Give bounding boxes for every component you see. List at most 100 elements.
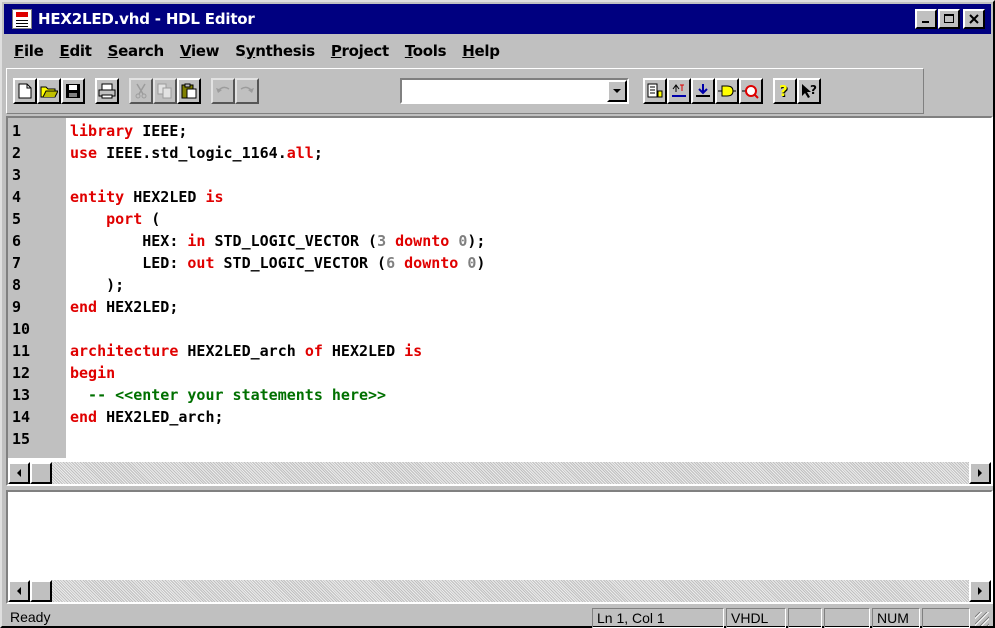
line-number: 11 (12, 342, 31, 360)
code-line[interactable]: entity HEX2LED is (70, 186, 224, 208)
code-line[interactable]: HEX: in STD_LOGIC_VECTOR (3 downto 0); (70, 230, 485, 252)
paste-icon (181, 83, 197, 99)
find-in-design-button[interactable] (739, 78, 763, 104)
chevron-down-icon (613, 89, 621, 93)
redo-icon (240, 86, 254, 93)
paste-button[interactable] (177, 78, 201, 104)
maximize-button[interactable] (938, 9, 960, 29)
line-number: 13 (12, 386, 31, 404)
line-number: 3 (12, 166, 22, 184)
line-number: 2 (12, 144, 22, 162)
code-line[interactable]: -- <<enter your statements here>> (70, 384, 386, 406)
create-macro-button[interactable] (715, 78, 739, 104)
menu-help[interactable]: Help (454, 42, 507, 60)
menu-view[interactable]: View (172, 42, 227, 60)
status-panel-3 (788, 608, 822, 628)
scroll-right-button[interactable] (969, 462, 991, 484)
window-title: HEX2LED.vhd - HDL Editor (38, 10, 255, 28)
scroll-left-button[interactable] (8, 462, 30, 484)
line-number: 15 (12, 430, 31, 448)
toolbar: ?? ? (6, 68, 924, 114)
find-in-design-icon (742, 85, 759, 99)
status-bar: Ready Ln 1, Col 1 VHDL NUM (4, 606, 991, 628)
line-number: 10 (12, 320, 31, 338)
help-icon: ?? (779, 83, 789, 99)
line-number: 4 (12, 188, 22, 206)
help-button[interactable]: ?? (773, 78, 797, 104)
arrow-right-icon (978, 469, 982, 477)
undo-button[interactable] (211, 78, 235, 104)
save-icon (66, 84, 80, 98)
svg-text:?: ? (810, 83, 817, 97)
menu-project[interactable]: Project (323, 42, 397, 60)
context-help-icon: ? (802, 83, 817, 98)
menu-bar: File Edit Search View Synthesis Project Tools H… (6, 38, 508, 64)
line-number: 8 (12, 276, 22, 294)
language-panel: VHDL (726, 608, 786, 628)
open-file-button[interactable] (37, 78, 61, 104)
new-file-button[interactable] (13, 78, 37, 104)
context-help-button[interactable]: ? (797, 78, 821, 104)
line-number: 1 (12, 122, 22, 140)
check-syntax-button[interactable] (667, 78, 691, 104)
code-line[interactable]: LED: out STD_LOGIC_VECTOR (6 downto 0) (70, 252, 485, 274)
status-panel-6 (922, 608, 970, 628)
editor-horizontal-scrollbar[interactable] (8, 462, 991, 484)
num-lock-indicator: NUM (872, 608, 920, 628)
code-line[interactable]: end HEX2LED_arch; (70, 406, 224, 428)
print-icon (98, 83, 116, 99)
scroll-thumb[interactable] (30, 462, 52, 484)
output-scroll-left-button[interactable] (8, 580, 30, 602)
resize-grip[interactable] (975, 612, 989, 626)
line-number: 7 (12, 254, 22, 272)
open-folder-icon (40, 86, 58, 98)
title-bar[interactable]: HEX2LED.vhd - HDL Editor (4, 4, 991, 34)
arrow-right-icon (978, 587, 982, 595)
arrow-left-icon (17, 469, 21, 477)
menu-search[interactable]: Search (100, 42, 172, 60)
language-assistant-icon (647, 83, 663, 98)
status-panel-4 (824, 608, 870, 628)
code-line[interactable]: end HEX2LED; (70, 296, 178, 318)
close-icon (969, 14, 979, 24)
save-button[interactable] (61, 78, 85, 104)
print-button[interactable] (95, 78, 119, 104)
menu-synthesis[interactable]: Synthesis (227, 42, 323, 60)
menu-edit[interactable]: Edit (52, 42, 100, 60)
code-line[interactable]: ); (70, 274, 124, 296)
synthesize-button[interactable] (691, 78, 715, 104)
line-number: 5 (12, 210, 22, 228)
code-line[interactable]: library IEEE; (70, 120, 187, 142)
code-line[interactable]: port ( (70, 208, 160, 230)
output-horizontal-scrollbar[interactable] (8, 580, 991, 602)
language-assistant-button[interactable] (643, 78, 667, 104)
combo-dropdown-button[interactable] (607, 80, 627, 102)
code-line[interactable]: architecture HEX2LED_arch of HEX2LED is (70, 340, 422, 362)
menu-tools[interactable]: Tools (397, 42, 454, 60)
minimize-button[interactable] (915, 9, 937, 29)
output-scroll-thumb[interactable] (30, 580, 52, 602)
line-number: 6 (12, 232, 22, 250)
app-document-icon[interactable] (12, 9, 32, 29)
undo-icon (216, 86, 230, 93)
create-macro-icon (718, 85, 736, 97)
menu-file[interactable]: File (6, 42, 52, 60)
code-line[interactable]: begin (70, 362, 115, 384)
output-scroll-right-button[interactable] (969, 580, 991, 602)
redo-button[interactable] (235, 78, 259, 104)
cut-icon (135, 83, 147, 99)
output-pane[interactable] (6, 490, 993, 604)
svg-text:?: ? (779, 83, 788, 99)
code-line[interactable]: use IEEE.std_logic_1164.all; (70, 142, 323, 164)
code-editor[interactable]: 1 library IEEE; 2 use IEEE.std_logic_1164.a… (6, 116, 993, 486)
status-message: Ready (10, 609, 51, 625)
line-number: 12 (12, 364, 31, 382)
minimize-icon (922, 21, 929, 23)
arrow-left-icon (17, 587, 21, 595)
close-button[interactable] (963, 9, 985, 29)
copy-button[interactable] (153, 78, 177, 104)
new-file-icon (18, 83, 32, 99)
line-number: 9 (12, 298, 22, 316)
cut-button[interactable] (129, 78, 153, 104)
toolbar-combo-box[interactable] (400, 78, 629, 104)
